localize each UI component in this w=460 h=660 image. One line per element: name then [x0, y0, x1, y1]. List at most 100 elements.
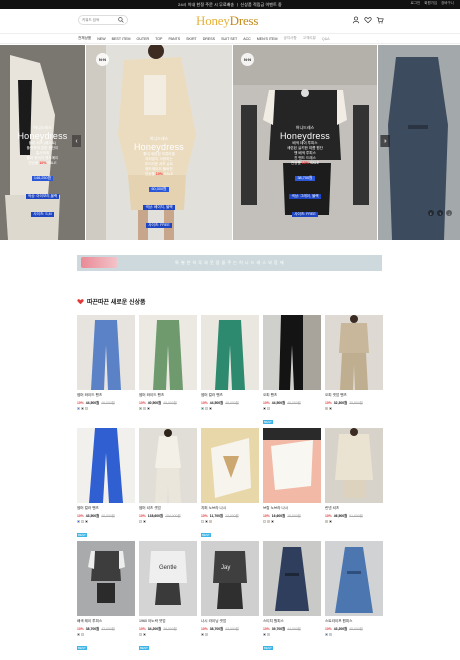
- product-card[interactable]: 린넨 셔츠 10% 46,500원 51,600원: [325, 428, 383, 541]
- slide-2-caption: 허니드레스 Honeydress 좋네 세련된 의류라벨 여러분이 사랑하는 부…: [86, 136, 232, 231]
- join-link[interactable]: 회원가입: [424, 1, 437, 6]
- product-image[interactable]: [263, 315, 321, 390]
- slider-up-icon[interactable]: ↑: [437, 210, 443, 216]
- color-options: [325, 633, 383, 636]
- product-name[interactable]: 1960 아노락 셋업: [139, 619, 197, 624]
- product-name[interactable]: 지퍼 노브라 나시: [201, 506, 259, 511]
- product-image[interactable]: [201, 315, 259, 390]
- product-name[interactable]: 스트라이프 원피스: [325, 619, 383, 624]
- product-name[interactable]: 린넨 셔츠: [325, 506, 383, 511]
- nav-all[interactable]: 전체상품: [78, 36, 91, 41]
- product-card[interactable]: 썸머 셔츠 셋업 10% 138,600원 154,000원: [139, 428, 197, 541]
- product-name[interactable]: 브랍 노브라 나시: [263, 506, 321, 511]
- nav-pants[interactable]: PANTS: [168, 37, 180, 41]
- product-image[interactable]: [263, 541, 321, 616]
- nav-notice[interactable]: 공지사항: [283, 36, 296, 41]
- hero-slide-1[interactable]: 허니드레스 Honeydress 폴리 셔츠 (베스트) 플랫하게 흔한 원단이…: [0, 45, 85, 240]
- product-card[interactable]: 썸머 와이드 팬츠 10% 44,500원 49,000원: [77, 315, 135, 428]
- user-icon[interactable]: [352, 16, 360, 24]
- color-swatch: [263, 633, 266, 636]
- search-box[interactable]: [78, 15, 128, 25]
- product-card[interactable]: 오피 셋업 팬츠 10% 32,300원 35,900원: [325, 315, 383, 428]
- product-name[interactable]: 스티치 원피스: [263, 619, 321, 624]
- color-swatch: [267, 407, 270, 410]
- nav-review[interactable]: 고객리뷰: [303, 36, 316, 41]
- product-card[interactable]: 오피 팬츠 10% 44,500원 49,000원 BEST: [263, 315, 321, 428]
- product-name[interactable]: 썸머 셔츠 셋업: [139, 506, 197, 511]
- product-card[interactable]: 썸머 컬러 팬츠 10% 43,500원 48,000원 BEST: [77, 428, 135, 541]
- product-name[interactable]: 썸머 컬러 팬츠: [201, 393, 259, 398]
- color-swatch: [81, 520, 84, 523]
- nav-new[interactable]: NEW: [97, 37, 105, 41]
- nav-top[interactable]: TOP: [155, 37, 162, 41]
- product-image[interactable]: [139, 428, 197, 503]
- color-swatch: [201, 633, 204, 636]
- hero-slide-2[interactable]: N·N 허니드레스 Honeydress 좋네 세련된 의류라벨 여러분이 사랑…: [86, 45, 232, 240]
- product-name[interactable]: 나시 라이닝 셋업: [201, 619, 259, 624]
- color-options: [77, 520, 135, 523]
- product-image[interactable]: [139, 315, 197, 390]
- site-logo[interactable]: HoneyDress: [196, 13, 258, 29]
- hero-prev-button[interactable]: ‹: [72, 135, 81, 147]
- product-card[interactable]: 브랍 노브라 나시 10% 16,600원 18,500원: [263, 428, 321, 541]
- product-image[interactable]: [77, 428, 135, 503]
- product-card[interactable]: Jay 나시 라이닝 셋업 10% 38,700원 43,000원: [201, 541, 259, 654]
- product-image[interactable]: [325, 428, 383, 503]
- product-name[interactable]: 썸머 와이드 팬츠: [77, 393, 135, 398]
- product-card[interactable]: 배색 레이 투피스 10% 38,700원 43,000원 BEST: [77, 541, 135, 654]
- product-name[interactable]: 썸머 컬러 팬츠: [77, 506, 135, 511]
- slider-down-icon[interactable]: ↓: [446, 210, 452, 216]
- product-name[interactable]: 오피 셋업 팬츠: [325, 393, 383, 398]
- search-input[interactable]: [82, 16, 118, 24]
- hero-next-arrow-icon[interactable]: ›: [381, 135, 390, 147]
- nav-suit-set[interactable]: SUIT SET: [221, 37, 237, 41]
- product-name[interactable]: 배색 레이 투피스: [77, 619, 135, 624]
- product-card[interactable]: Gentle 1960 아노락 셋업 10% 34,200원 38,000원 BEST: [139, 541, 197, 654]
- discount-rate: 10%: [325, 513, 332, 518]
- svg-text:Gentle: Gentle: [159, 565, 177, 571]
- product-card[interactable]: 썸머 컬러 팬츠 10% 44,500원 49,000원: [201, 315, 259, 428]
- nav-outer[interactable]: OUTER: [137, 37, 150, 41]
- original-price: 49,000원: [225, 401, 239, 405]
- original-price: 18,500원: [287, 514, 301, 518]
- slider-info-icon[interactable]: i: [428, 210, 434, 216]
- nav-dress[interactable]: DRESS: [203, 37, 215, 41]
- product-image[interactable]: [201, 428, 259, 503]
- login-link[interactable]: 로그인: [411, 1, 421, 6]
- product-image[interactable]: [77, 541, 135, 616]
- product-image[interactable]: Gentle: [139, 541, 197, 616]
- color-swatch: [209, 407, 212, 410]
- product-card[interactable]: 지퍼 노브라 나시 10% 11,700원 13,000원 BEST: [201, 428, 259, 541]
- product-card[interactable]: 스티치 원피스 10% 39,700원 44,000원 BEST: [263, 541, 321, 654]
- header-icons: [352, 16, 384, 24]
- product-image[interactable]: [325, 541, 383, 616]
- hero-slide-3[interactable]: N·N 허니드레스 Honeydress 배색 데이 투피스 세련된 실키한 여…: [233, 45, 377, 240]
- nav-qna[interactable]: Q&A: [322, 37, 330, 41]
- product-name[interactable]: 썸머 와이드 팬츠: [139, 393, 197, 398]
- sale-price: 46,500원: [333, 514, 348, 518]
- nav-mens[interactable]: MEN'S ITEM: [257, 37, 278, 41]
- product-card[interactable]: 스트라이프 원피스 10% 43,200원 48,000원: [325, 541, 383, 654]
- hero-slider[interactable]: 허니드레스 Honeydress 폴리 셔츠 (베스트) 플랫하게 흔한 원단이…: [0, 45, 460, 240]
- cart-icon[interactable]: [376, 16, 384, 24]
- cart-link[interactable]: 장바구니: [441, 1, 454, 6]
- original-price: 49,000원: [287, 401, 301, 405]
- color-swatch: [81, 633, 84, 636]
- nav-skirt[interactable]: SKIRT: [186, 37, 197, 41]
- discount-rate: 10%: [263, 626, 270, 631]
- nav-best[interactable]: BEST ITEM: [112, 37, 131, 41]
- product-image[interactable]: [77, 315, 135, 390]
- color-options: [325, 520, 383, 523]
- product-image[interactable]: [263, 428, 321, 503]
- sale-price: 43,200원: [333, 627, 348, 631]
- nav-acc[interactable]: ACC: [243, 37, 251, 41]
- product-image[interactable]: Jay: [201, 541, 259, 616]
- search-icon[interactable]: [118, 17, 124, 23]
- product-card[interactable]: 썸머 와이드 팬츠 10% 40,500원 45,000원: [139, 315, 197, 428]
- product-image[interactable]: [325, 315, 383, 390]
- product-name[interactable]: 오피 팬츠: [263, 393, 321, 398]
- slide-1-price: 146,250원: [31, 176, 54, 181]
- product-prices: 10% 43,500원 48,000원: [77, 513, 135, 519]
- heart-icon[interactable]: [364, 16, 372, 24]
- banner-strip[interactable]: 특 별 한 하 루 와 웃 음 을 주 는 허 니 드 레 스 와 함 께: [77, 255, 382, 271]
